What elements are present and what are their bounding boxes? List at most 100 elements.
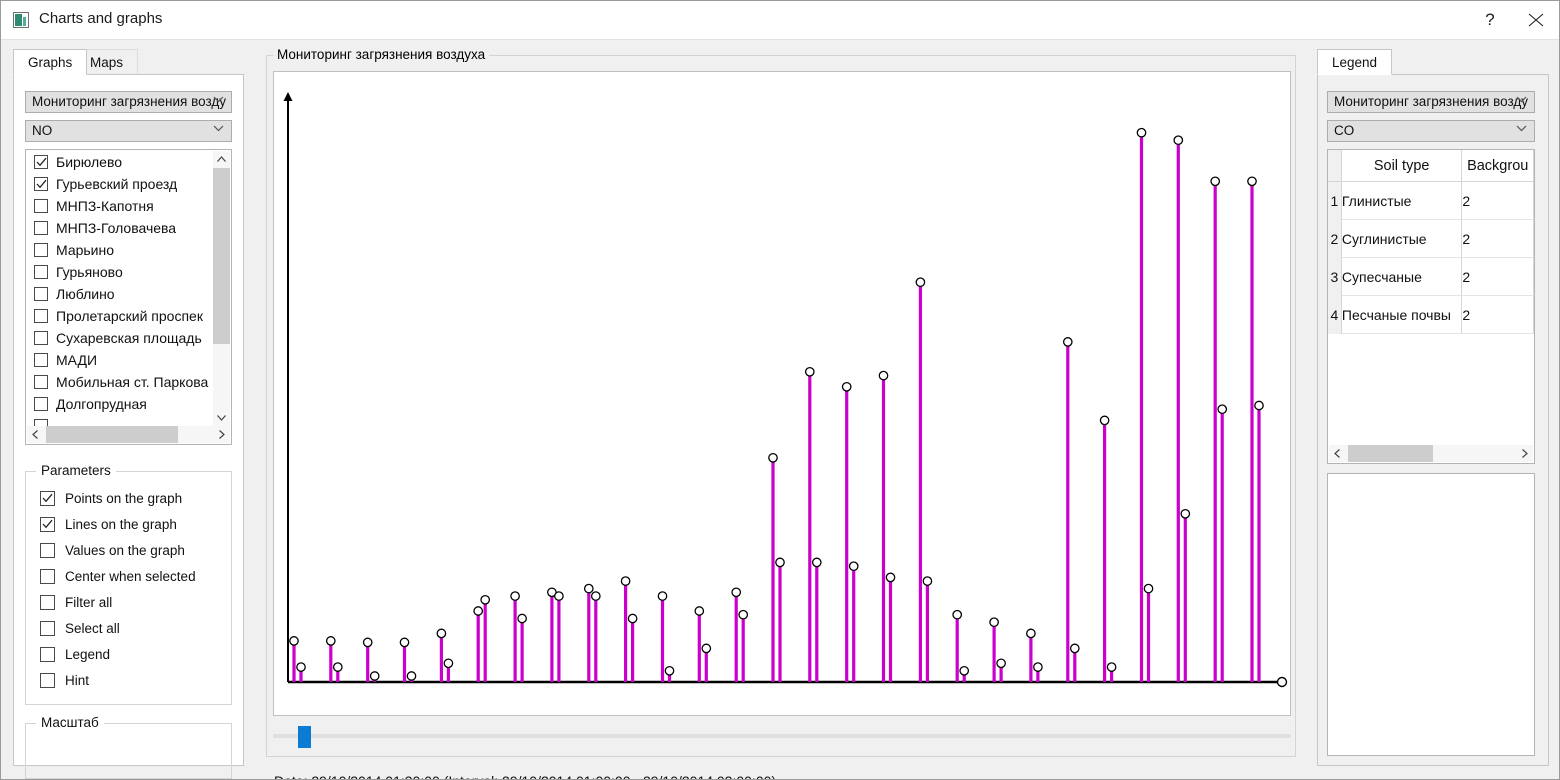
station-list-item-label: Мобильная ст. Паркова bbox=[56, 374, 209, 390]
parameter-item[interactable]: Points on the graph bbox=[40, 489, 182, 509]
scroll-thumb[interactable] bbox=[213, 168, 230, 344]
checkbox-unchecked-icon[interactable] bbox=[34, 243, 48, 257]
checkbox-unchecked-icon[interactable] bbox=[34, 287, 48, 301]
checkbox-unchecked-icon[interactable] bbox=[34, 331, 48, 345]
time-slider-thumb[interactable] bbox=[298, 726, 312, 748]
station-list-item[interactable]: МНПЗ-Головачева bbox=[27, 217, 215, 239]
station-list-item[interactable]: МНПЗ-Капотня bbox=[27, 195, 215, 217]
legend-table-container[interactable]: Soil type Backgrou 1 Глинистые 2 2 Суглинистые… bbox=[1327, 149, 1535, 464]
time-slider-track[interactable] bbox=[273, 734, 1291, 738]
table-header-cell[interactable] bbox=[1328, 150, 1342, 182]
substance-combobox[interactable]: NO bbox=[25, 120, 232, 142]
station-list-item[interactable]: Бирюлево bbox=[27, 151, 215, 173]
station-list-item[interactable]: Пролетарский проспек bbox=[27, 305, 215, 327]
checkbox-unchecked-icon[interactable] bbox=[34, 221, 48, 235]
parameter-item[interactable]: Center when selected bbox=[40, 567, 196, 587]
checkbox-unchecked-icon[interactable] bbox=[34, 353, 48, 367]
station-list-item[interactable]: Долгопрудная bbox=[27, 393, 215, 415]
scroll-left-icon[interactable] bbox=[1329, 445, 1346, 462]
parameter-item-label: Center when selected bbox=[65, 569, 196, 584]
soil-type-cell[interactable]: Суглинистые bbox=[1341, 219, 1463, 258]
parameter-item-label: Hint bbox=[65, 673, 90, 688]
station-list-vscrollbar[interactable] bbox=[213, 151, 230, 443]
checkbox-unchecked-icon[interactable] bbox=[40, 621, 55, 636]
center-panel: Мониторинг загрязнения воздуха Date: 29/… bbox=[263, 45, 1305, 779]
soil-type-cell[interactable]: Глинистые bbox=[1341, 181, 1463, 220]
station-list-item[interactable]: Гурьяново bbox=[27, 261, 215, 283]
parameter-item[interactable]: Legend bbox=[40, 645, 110, 665]
station-list-hscrollbar[interactable] bbox=[27, 426, 230, 443]
help-icon: ? bbox=[1485, 10, 1495, 29]
station-list-item-label: Люблино bbox=[56, 286, 115, 302]
station-list-item[interactable]: Марьино bbox=[27, 239, 215, 261]
checkbox-checked-icon[interactable] bbox=[40, 491, 55, 506]
background-cell[interactable]: 2 bbox=[1461, 257, 1534, 296]
table-header-cell[interactable]: Soil type bbox=[1341, 150, 1463, 182]
station-list-item[interactable]: Мобильная ст. Паркова bbox=[27, 371, 215, 393]
checkbox-unchecked-icon[interactable] bbox=[34, 265, 48, 279]
station-list-item-label: МАДИ bbox=[56, 352, 98, 368]
parameter-item[interactable]: Select all bbox=[40, 619, 120, 639]
checkbox-unchecked-icon[interactable] bbox=[40, 647, 55, 662]
station-list-item-label: Пролетарский проспек bbox=[56, 308, 203, 324]
scroll-right-icon[interactable] bbox=[1516, 445, 1533, 462]
parameter-item-label: Legend bbox=[65, 647, 111, 662]
station-list-item-label: Гурьяново bbox=[56, 264, 123, 280]
soil-type-cell[interactable]: Супесчаные bbox=[1341, 257, 1463, 296]
parameter-item[interactable]: Filter all bbox=[40, 593, 112, 613]
date-status-text: Date: 29/10/2014 01:30:00 (Interval: 29/… bbox=[274, 773, 776, 779]
checkbox-unchecked-icon[interactable] bbox=[40, 673, 55, 688]
station-listbox[interactable]: Бирюлево Гурьевский проезд МНПЗ-Капотня МНП… bbox=[25, 149, 232, 445]
checkbox-checked-icon[interactable] bbox=[34, 177, 48, 191]
time-slider[interactable] bbox=[273, 724, 1291, 748]
scroll-right-icon[interactable] bbox=[213, 426, 230, 443]
parameter-item-label: Filter all bbox=[65, 595, 113, 610]
hscroll-thumb[interactable] bbox=[46, 426, 178, 443]
background-cell[interactable]: 2 bbox=[1461, 219, 1534, 258]
row-index-cell: 4 bbox=[1328, 295, 1342, 334]
help-button[interactable]: ? bbox=[1467, 1, 1513, 38]
background-cell[interactable]: 2 bbox=[1461, 295, 1534, 334]
checkbox-unchecked-icon[interactable] bbox=[40, 543, 55, 558]
scroll-left-icon[interactable] bbox=[27, 426, 44, 443]
table-row[interactable]: 2 Суглинистые 2 bbox=[1328, 219, 1534, 258]
checkbox-checked-icon[interactable] bbox=[34, 155, 48, 169]
station-list-item[interactable]: Люблино bbox=[27, 283, 215, 305]
parameter-item[interactable]: Hint bbox=[40, 671, 89, 691]
parameter-item[interactable]: Values on the graph bbox=[40, 541, 185, 561]
table-header-cell[interactable]: Backgrou bbox=[1461, 150, 1534, 182]
checkbox-unchecked-icon[interactable] bbox=[40, 595, 55, 610]
legend-substance-combobox[interactable]: CO bbox=[1327, 120, 1535, 142]
table-row[interactable]: 1 Глинистые 2 bbox=[1328, 181, 1534, 220]
table-row[interactable]: 3 Супесчаные 2 bbox=[1328, 257, 1534, 296]
row-index-cell: 1 bbox=[1328, 181, 1342, 220]
right-panel: Legend Мониторинг загрязнения возду CO S… bbox=[1311, 45, 1555, 771]
checkbox-unchecked-icon[interactable] bbox=[34, 199, 48, 213]
station-list-item[interactable]: Сухаревская площадь bbox=[27, 327, 215, 349]
scroll-up-icon[interactable] bbox=[213, 151, 230, 168]
soil-type-cell[interactable]: Песчаные почвы bbox=[1341, 295, 1463, 334]
checkbox-checked-icon[interactable] bbox=[40, 517, 55, 532]
scroll-down-icon[interactable] bbox=[213, 409, 230, 426]
station-list-item[interactable]: МАДИ bbox=[27, 349, 215, 371]
parameter-item[interactable]: Lines on the graph bbox=[40, 515, 177, 535]
chart-group: Мониторинг загрязнения воздуха Date: 29/… bbox=[266, 47, 1296, 779]
background-cell[interactable]: 2 bbox=[1461, 181, 1534, 220]
checkbox-unchecked-icon[interactable] bbox=[34, 309, 48, 323]
hscroll-thumb[interactable] bbox=[1348, 445, 1433, 462]
left-panel: Graphs Maps Мониторинг загрязнения возду… bbox=[7, 45, 257, 779]
legend-project-combobox[interactable]: Мониторинг загрязнения возду bbox=[1327, 91, 1535, 113]
checkbox-unchecked-icon[interactable] bbox=[34, 375, 48, 389]
close-button[interactable] bbox=[1513, 1, 1559, 38]
chart-plot-area[interactable] bbox=[273, 71, 1291, 716]
checkbox-unchecked-icon[interactable] bbox=[34, 397, 48, 411]
chart-group-title: Мониторинг загрязнения воздуха bbox=[273, 47, 490, 62]
tab-graphs[interactable]: Graphs bbox=[13, 49, 88, 75]
legend-table-hscrollbar[interactable] bbox=[1329, 445, 1533, 462]
checkbox-unchecked-icon[interactable] bbox=[40, 569, 55, 584]
tab-legend[interactable]: Legend bbox=[1317, 49, 1393, 75]
project-combobox[interactable]: Мониторинг загрязнения возду bbox=[25, 91, 232, 113]
station-list-item[interactable]: Гурьевский проезд bbox=[27, 173, 215, 195]
parameters-group-title: Parameters bbox=[36, 463, 116, 478]
table-row[interactable]: 4 Песчаные почвы 2 bbox=[1328, 295, 1534, 334]
